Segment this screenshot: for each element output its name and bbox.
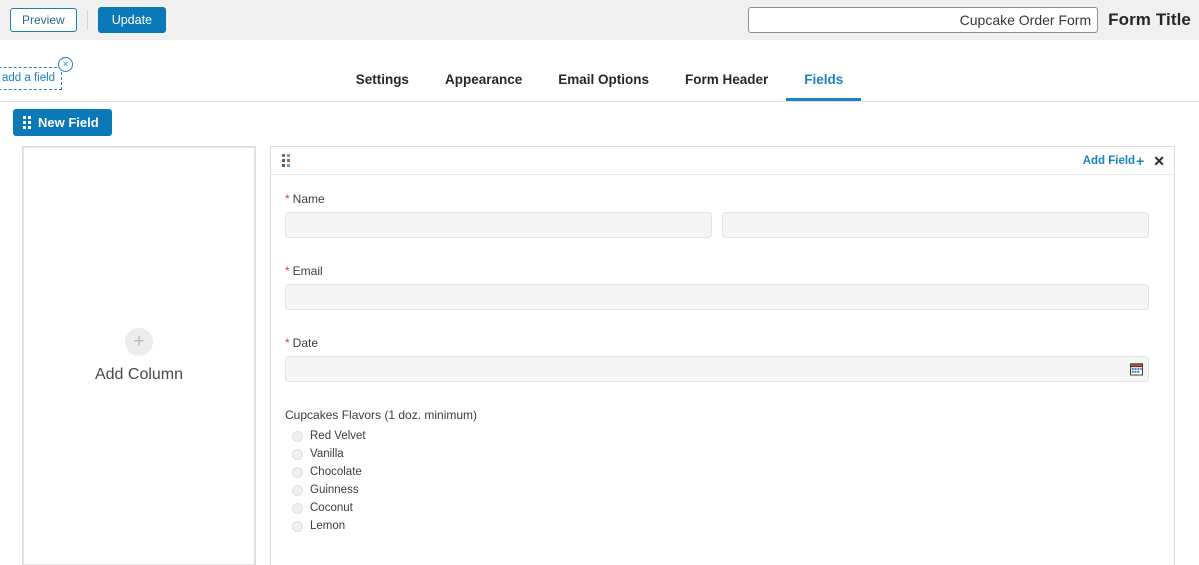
radio-label: Lemon bbox=[310, 520, 346, 532]
radio-icon[interactable] bbox=[292, 502, 303, 514]
close-icon[interactable]: ✕ bbox=[1153, 154, 1165, 168]
new-field-row: New Field bbox=[0, 102, 1199, 138]
tab-fields[interactable]: Fields bbox=[786, 72, 862, 101]
field-label-text: Name bbox=[292, 192, 325, 206]
field-email-label: * Email bbox=[285, 264, 1149, 278]
form-title-label: Form Title bbox=[1108, 10, 1191, 29]
tab-settings[interactable]: Settings bbox=[338, 72, 427, 101]
field-group-header: Add Field + ✕ bbox=[271, 147, 1174, 175]
form-title-input[interactable] bbox=[748, 7, 1099, 33]
update-button[interactable]: Update bbox=[97, 6, 166, 34]
radio-icon[interactable] bbox=[292, 484, 303, 496]
radio-label: Coconut bbox=[310, 502, 353, 514]
field-date-label: * Date bbox=[285, 336, 1149, 350]
radio-label: Guinness bbox=[310, 484, 359, 496]
radio-option-chocolate[interactable]: Chocolate bbox=[292, 463, 1149, 481]
plus-icon: + bbox=[1136, 152, 1145, 169]
name-first-input[interactable] bbox=[285, 212, 712, 238]
top-toolbar: Preview Update Form Title bbox=[0, 0, 1199, 40]
radio-icon[interactable] bbox=[292, 430, 303, 442]
toolbar-divider bbox=[86, 10, 88, 30]
add-field-label: Add Field bbox=[1082, 154, 1136, 167]
add-field-tooltip: he form to add a field × bbox=[0, 57, 74, 90]
date-input-wrapper bbox=[285, 356, 1149, 382]
field-label-text: Date bbox=[292, 336, 319, 350]
radio-option-red-velvet[interactable]: Red Velvet bbox=[292, 427, 1149, 445]
field-label-text: Email bbox=[292, 264, 323, 278]
field-name-inputs bbox=[285, 212, 1149, 238]
form-builder-canvas: + Add Column Add Field + ✕ * Name * Emai… bbox=[0, 138, 1199, 565]
email-input[interactable] bbox=[285, 284, 1149, 310]
new-field-label: New Field bbox=[38, 115, 99, 130]
tab-bar: he form to add a field × Settings Appear… bbox=[0, 40, 1199, 102]
radio-option-coconut[interactable]: Coconut bbox=[292, 499, 1149, 517]
form-title-group: Form Title bbox=[748, 7, 1191, 33]
field-name: * Name bbox=[285, 192, 1149, 238]
required-asterisk: * bbox=[285, 264, 290, 278]
radio-icon[interactable] bbox=[292, 448, 303, 460]
tab-appearance[interactable]: Appearance bbox=[427, 72, 540, 101]
field-group-actions: Add Field + ✕ bbox=[1083, 153, 1165, 169]
field-group-panel: Add Field + ✕ * Name * Email * Date Cupc… bbox=[270, 146, 1175, 565]
new-field-button[interactable]: New Field bbox=[13, 109, 112, 136]
field-cupcake-flavors: Cupcakes Flavors (1 doz. minimum) Red Ve… bbox=[285, 408, 1149, 535]
required-asterisk: * bbox=[285, 192, 290, 206]
radio-label: Vanilla bbox=[310, 448, 344, 460]
calendar-icon[interactable] bbox=[1130, 363, 1143, 376]
radio-label: Chocolate bbox=[310, 466, 362, 478]
required-asterisk: * bbox=[285, 336, 290, 350]
radio-option-vanilla[interactable]: Vanilla bbox=[292, 445, 1149, 463]
radio-option-guinness[interactable]: Guinness bbox=[292, 481, 1149, 499]
tooltip-text: he form to add a field bbox=[0, 67, 63, 90]
radio-icon[interactable] bbox=[292, 466, 303, 478]
column-placeholder-outer: + Add Column bbox=[22, 146, 256, 565]
drag-handle-icon[interactable] bbox=[282, 154, 290, 167]
radio-icon[interactable] bbox=[292, 520, 303, 532]
grid-dots-icon bbox=[23, 116, 31, 129]
tab-form-header[interactable]: Form Header bbox=[667, 72, 786, 101]
plus-icon: + bbox=[125, 328, 153, 356]
field-group-body: * Name * Email * Date Cupcakes Flavors (… bbox=[271, 175, 1174, 565]
field-date: * Date bbox=[285, 336, 1149, 382]
field-email: * Email bbox=[285, 264, 1149, 310]
radio-option-lemon[interactable]: Lemon bbox=[292, 517, 1149, 535]
radio-label: Red Velvet bbox=[310, 430, 366, 442]
date-input[interactable] bbox=[285, 356, 1149, 382]
add-column-dropzone[interactable]: + Add Column bbox=[23, 147, 255, 565]
field-name-label: * Name bbox=[285, 192, 1149, 206]
flavors-label: Cupcakes Flavors (1 doz. minimum) bbox=[285, 408, 478, 422]
add-field-link[interactable]: Add Field + bbox=[1083, 153, 1145, 169]
tooltip-close-icon[interactable]: × bbox=[58, 57, 74, 72]
add-column-label: Add Column bbox=[94, 366, 184, 383]
name-last-input[interactable] bbox=[722, 212, 1149, 238]
preview-button[interactable]: Preview bbox=[10, 8, 77, 32]
tab-email-options[interactable]: Email Options bbox=[540, 72, 667, 101]
